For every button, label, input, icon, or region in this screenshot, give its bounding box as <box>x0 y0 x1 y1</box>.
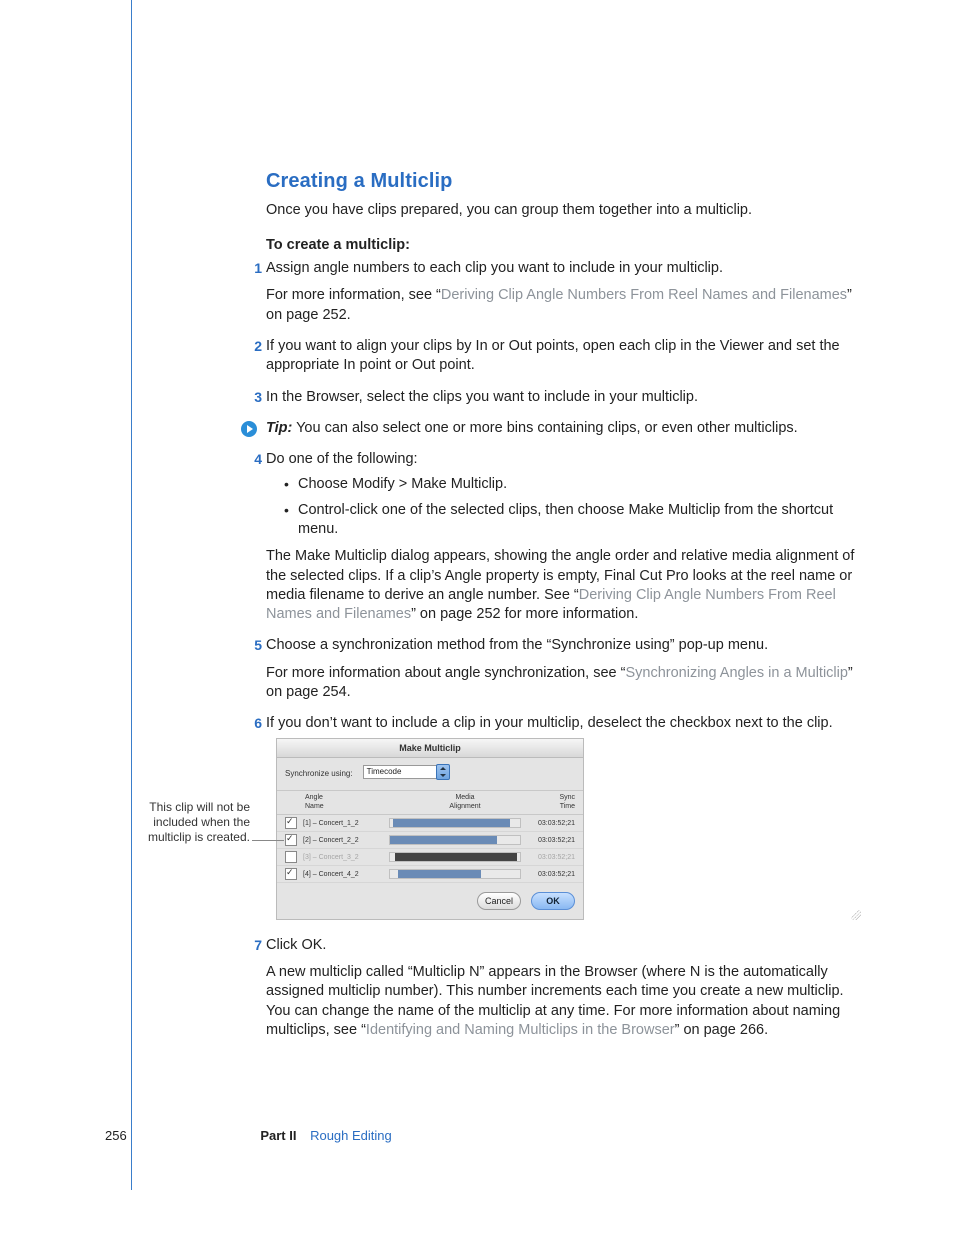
step-1: 1 Assign angle numbers to each clip you … <box>266 259 861 325</box>
media-alignment-bar <box>389 818 521 828</box>
callout-leader-line <box>252 840 284 841</box>
media-alignment-bar <box>389 835 521 845</box>
include-checkbox[interactable] <box>285 834 297 846</box>
include-checkbox[interactable] <box>285 851 297 863</box>
page-footer: 256 Part II Rough Editing <box>105 1128 392 1143</box>
clip-row-deselected: [3] – Concert_3_2 03:03:52;21 <box>277 849 583 866</box>
step-text: Assign angle numbers to each clip you wa… <box>266 260 723 276</box>
step-7-after: A new multiclip called “Multiclip N” app… <box>266 963 861 1040</box>
section-label: Rough Editing <box>310 1128 392 1143</box>
step-text: In the Browser, select the clips you wan… <box>266 389 698 405</box>
dialog-footer: Cancel OK <box>277 883 583 918</box>
step-number: 4 <box>244 450 262 469</box>
dialog-body: AngleName MediaAlignment SyncTime [1] – … <box>277 791 583 884</box>
make-multiclip-dialog: Make Multiclip Synchronize using: Timeco… <box>276 738 584 920</box>
sync-time: 03:03:52;21 <box>527 870 575 879</box>
step-2: 2 If you want to align your clips by In … <box>266 337 861 376</box>
step-number: 6 <box>244 714 262 733</box>
intro-paragraph: Once you have clips prepared, you can gr… <box>266 201 861 220</box>
angle-name: [1] – Concert_1_2 <box>303 819 383 828</box>
ok-button[interactable]: OK <box>531 892 575 910</box>
tip-icon <box>240 420 258 438</box>
media-alignment-bar <box>389 869 521 879</box>
page-content: Creating a Multiclip Once you have clips… <box>266 168 861 1052</box>
sync-time: 03:03:52;21 <box>527 836 575 845</box>
step-text: If you don’t want to include a clip in y… <box>266 715 833 731</box>
step-text: Choose a synchronization method from the… <box>266 637 768 653</box>
popup-stepper-icon[interactable] <box>436 764 450 780</box>
step-number: 2 <box>244 337 262 356</box>
angle-name: [3] – Concert_3_2 <box>303 853 383 862</box>
option-modify-menu: Choose Modify > Make Multiclip. <box>284 475 861 494</box>
cancel-button[interactable]: Cancel <box>477 892 521 910</box>
option-context-menu: Control-click one of the selected clips,… <box>284 501 861 540</box>
dialog-figure: Make Multiclip Synchronize using: Timeco… <box>266 738 861 920</box>
step-4-after: The Make Multiclip dialog appears, showi… <box>266 547 861 624</box>
clip-row: [2] – Concert_2_2 03:03:52;21 <box>277 832 583 849</box>
angle-name: [4] – Concert_4_2 <box>303 870 383 879</box>
step-3: 3 In the Browser, select the clips you w… <box>266 388 861 407</box>
step-number: 3 <box>244 388 262 407</box>
step-5-more: For more information about angle synchro… <box>266 664 861 703</box>
resize-grip-icon[interactable] <box>851 910 861 920</box>
step-number: 1 <box>244 259 262 278</box>
column-headers: AngleName MediaAlignment SyncTime <box>277 791 583 816</box>
step-text: Do one of the following: <box>266 451 418 467</box>
angle-name: [2] – Concert_2_2 <box>303 836 383 845</box>
include-checkbox[interactable] <box>285 868 297 880</box>
step-4: 4 Do one of the following: Choose Modify… <box>266 450 861 624</box>
section-heading: Creating a Multiclip <box>266 168 861 195</box>
clip-row: [4] – Concert_4_2 03:03:52;21 <box>277 866 583 883</box>
step-text: Click OK. <box>266 937 326 953</box>
page-number: 256 <box>105 1128 127 1143</box>
xref-link[interactable]: Deriving Clip Angle Numbers From Reel Na… <box>441 287 847 303</box>
step-4-options: Choose Modify > Make Multiclip. Control-… <box>266 475 861 539</box>
part-label: Part II <box>260 1128 296 1143</box>
step-text: If you want to align your clips by In or… <box>266 338 840 373</box>
page-accent-rule <box>131 0 132 1190</box>
sync-using-popup[interactable]: Timecode <box>363 765 439 779</box>
step-7: 7 Click OK. A new multiclip called “Mult… <box>266 936 861 1040</box>
sync-time: 03:03:52;21 <box>527 853 575 862</box>
procedure-steps: 1 Assign angle numbers to each clip you … <box>266 259 861 1040</box>
tip-text: You can also select one or more bins con… <box>292 420 797 436</box>
sync-time: 03:03:52;21 <box>527 819 575 828</box>
clip-row: [1] – Concert_1_2 03:03:52;21 <box>277 815 583 832</box>
step-5: 5 Choose a synchronization method from t… <box>266 636 861 702</box>
media-alignment-bar <box>389 852 521 862</box>
procedure-subhead: To create a multiclip: <box>266 236 861 255</box>
sync-using-label: Synchronize using: <box>285 769 353 778</box>
xref-link[interactable]: Identifying and Naming Multiclips in the… <box>366 1022 675 1038</box>
dialog-toolbar: Synchronize using: Timecode <box>277 758 583 791</box>
tip-label: Tip: <box>266 420 292 436</box>
step-number: 5 <box>244 636 262 655</box>
step-number: 7 <box>244 936 262 955</box>
include-checkbox[interactable] <box>285 817 297 829</box>
step-6: 6 If you don’t want to include a clip in… <box>266 714 861 919</box>
dialog-titlebar: Make Multiclip <box>277 739 583 758</box>
tip-row: Tip: You can also select one or more bin… <box>266 419 861 438</box>
step-1-more: For more information, see “Deriving Clip… <box>266 286 861 325</box>
figure-callout: This clip will not be included when the … <box>140 800 250 845</box>
xref-link[interactable]: Synchronizing Angles in a Multiclip <box>625 665 847 681</box>
